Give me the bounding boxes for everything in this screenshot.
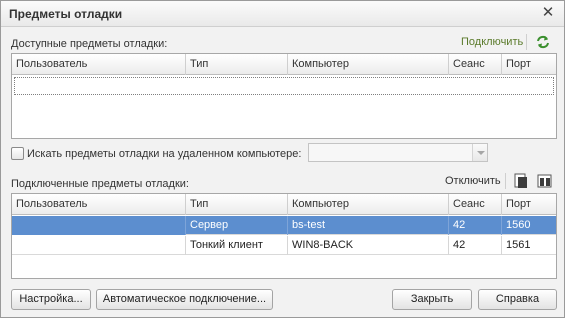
column-type[interactable]: Тип (186, 54, 288, 75)
toolbar-separator-2 (505, 173, 506, 189)
remote-search-label: Искать предметы отладки на удаленном ком… (27, 148, 302, 160)
settings-button[interactable]: Настройка... (11, 289, 91, 310)
connect-link[interactable]: Подключить (461, 36, 523, 48)
debug-items-window: Предметы отладки ✕ Доступные предметы от… (0, 0, 565, 318)
available-items-label: Доступные предметы отладки: (11, 38, 168, 50)
connected-table-header: Пользователь Тип Компьютер Сеанс Порт (12, 194, 556, 215)
auto-connect-button[interactable]: Автоматическое подключение... (96, 289, 273, 310)
cell-user (12, 216, 186, 235)
empty-row-focus[interactable] (14, 77, 554, 95)
window-title: Предметы отладки (9, 7, 123, 21)
column-user[interactable]: Пользователь (12, 194, 186, 215)
column-type[interactable]: Тип (186, 194, 288, 215)
toolbar-separator (526, 34, 527, 50)
refresh-icon[interactable] (534, 33, 552, 51)
column-computer[interactable]: Компьютер (288, 194, 449, 215)
column-port[interactable]: Порт (502, 54, 556, 75)
column-user[interactable]: Пользователь (12, 54, 186, 75)
remote-computer-combo[interactable] (308, 143, 488, 162)
columns-icon[interactable] (536, 172, 554, 190)
connected-items-label: Подключенные предметы отладки: (11, 178, 189, 190)
help-button[interactable]: Справка (478, 289, 557, 310)
cell-computer: WIN8-BACK (288, 236, 449, 255)
chevron-down-icon[interactable] (472, 144, 487, 161)
table-row[interactable]: Тонкий клиент WIN8-BACK 42 1561 (12, 236, 556, 255)
close-icon[interactable]: ✕ (540, 5, 556, 21)
table-row[interactable]: Сервер bs-test 42 1560 (12, 216, 556, 235)
remote-search-checkbox[interactable] (11, 147, 24, 160)
cell-type: Сервер (186, 216, 288, 235)
cell-computer: bs-test (288, 216, 449, 235)
column-port[interactable]: Порт (502, 194, 556, 215)
column-session[interactable]: Сеанс (449, 54, 502, 75)
column-computer[interactable]: Компьютер (288, 54, 449, 75)
disconnect-link[interactable]: Отключить (445, 175, 501, 187)
cell-port: 1561 (506, 239, 531, 251)
available-table-header: Пользователь Тип Компьютер Сеанс Порт (12, 54, 556, 75)
connected-items-table[interactable]: Пользователь Тип Компьютер Сеанс Порт Се… (11, 193, 557, 279)
close-button[interactable]: Закрыть (392, 289, 472, 310)
document-icon[interactable] (513, 172, 529, 190)
column-session[interactable]: Сеанс (449, 194, 502, 215)
available-items-table[interactable]: Пользователь Тип Компьютер Сеанс Порт (11, 53, 557, 139)
cell-user (12, 236, 186, 255)
title-bar: Предметы отладки ✕ (1, 1, 564, 27)
cell-port: 1560 (506, 219, 531, 231)
cell-session: 42 (449, 236, 502, 255)
cell-type: Тонкий клиент (186, 236, 288, 255)
cell-session: 42 (449, 216, 502, 235)
